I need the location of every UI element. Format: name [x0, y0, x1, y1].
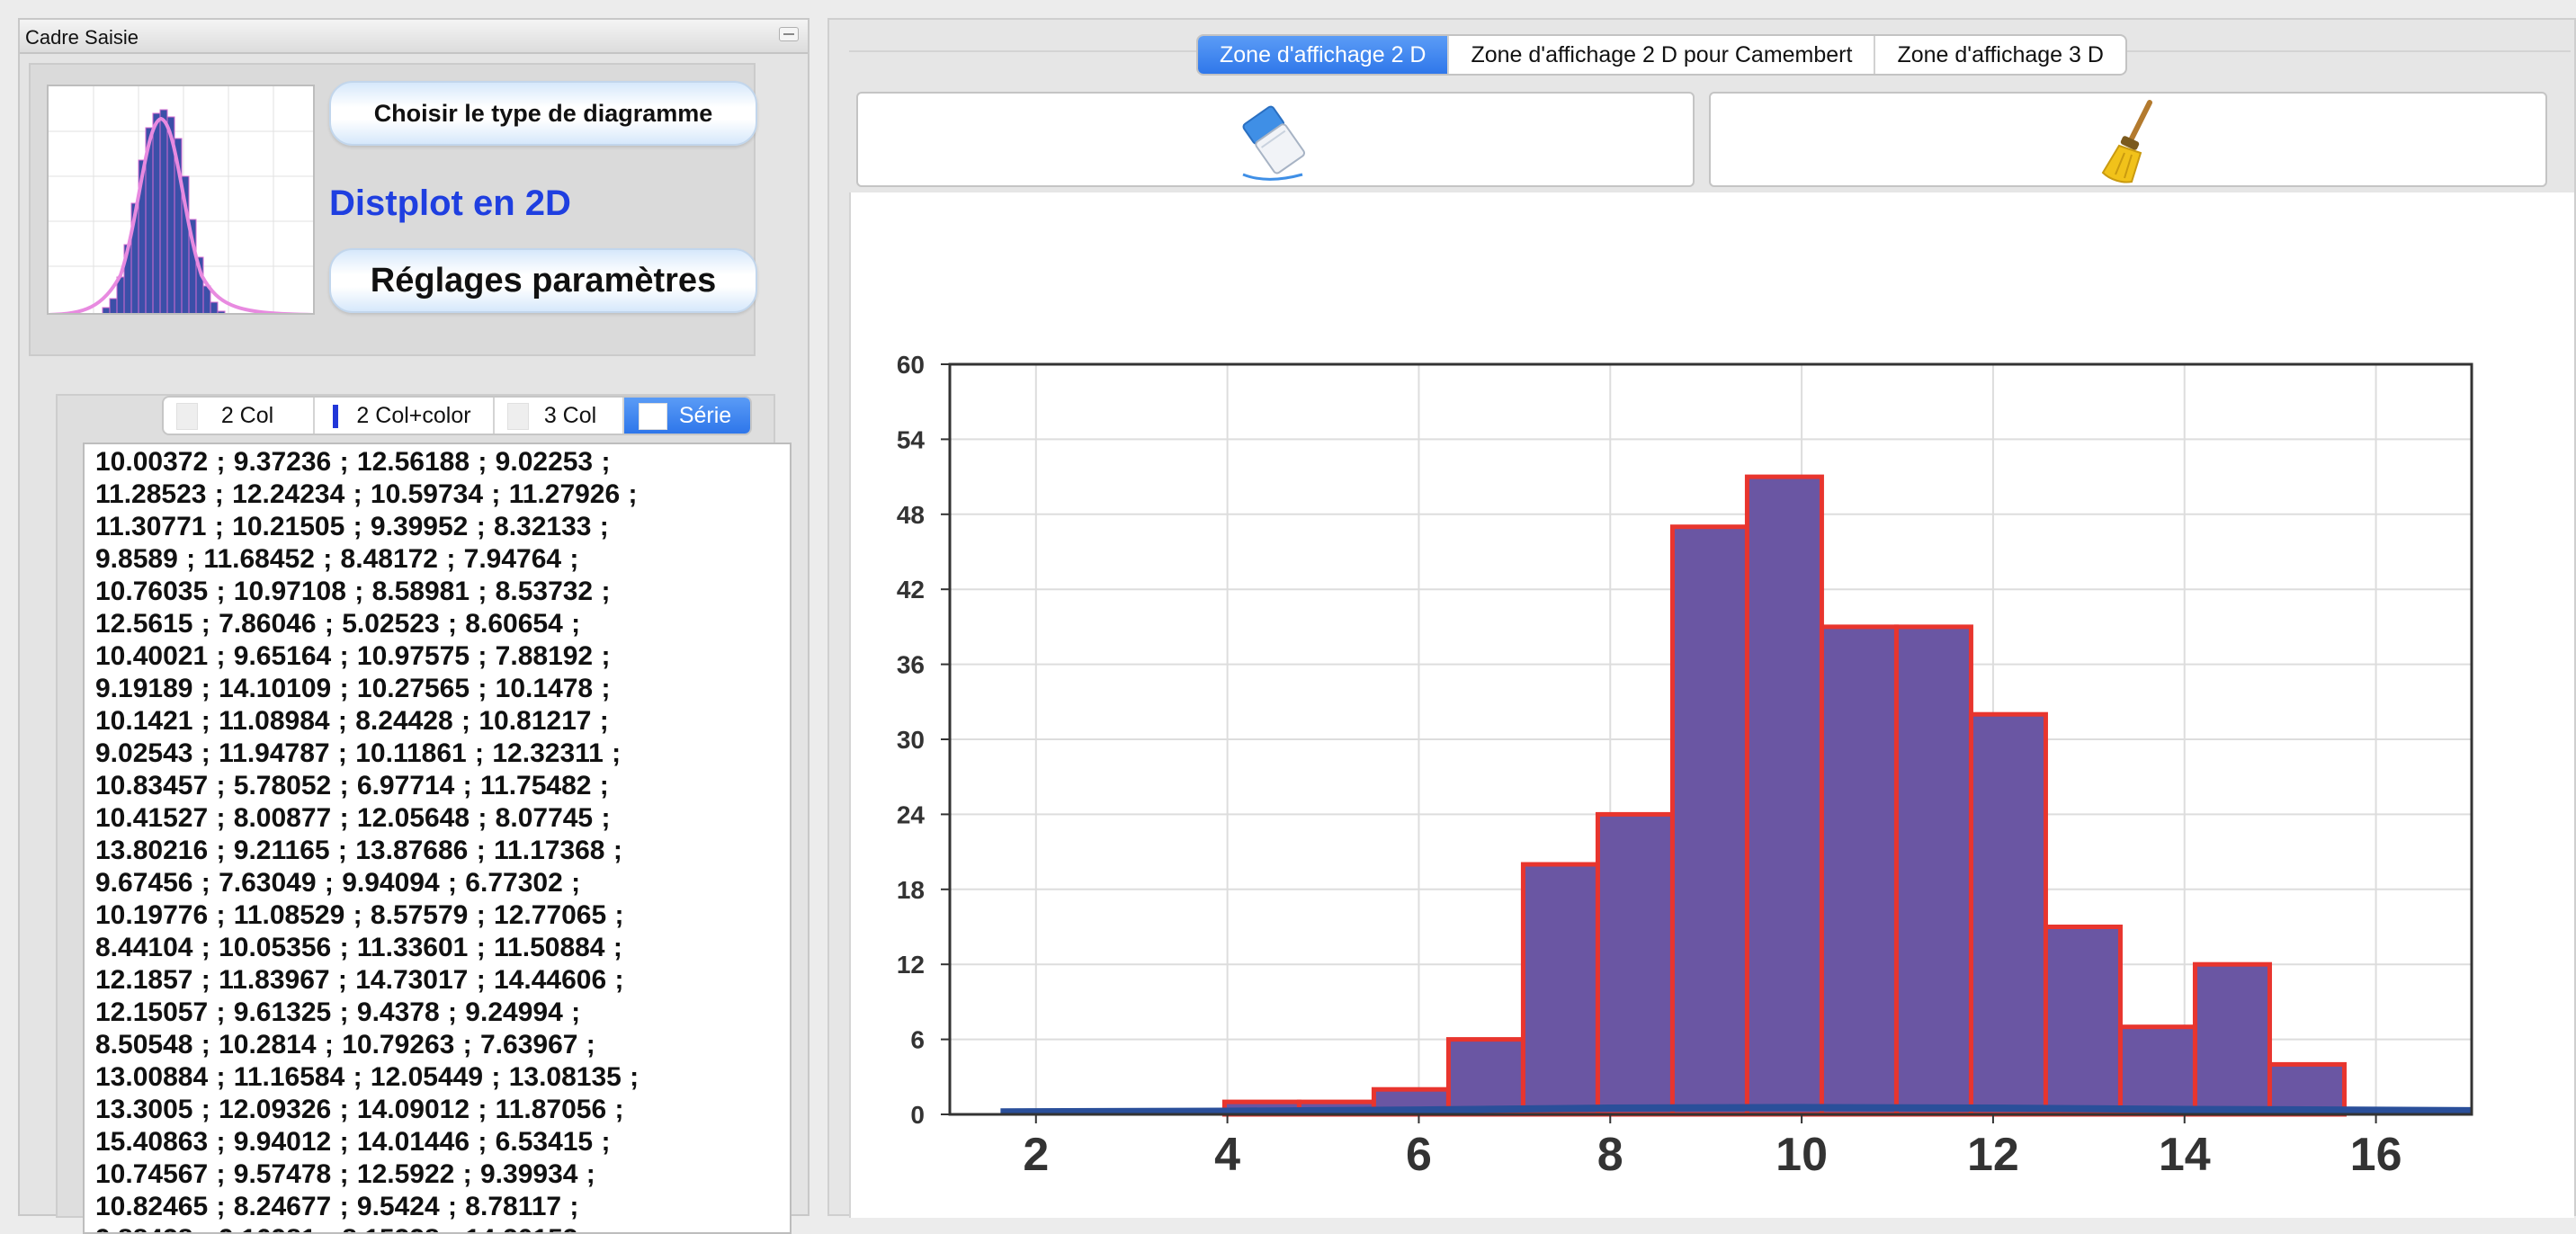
x-tick-label: 8 [1597, 1129, 1623, 1181]
histogram-bar [2043, 925, 2123, 1117]
choose-diagram-type-button[interactable]: Choisir le type de diagramme [329, 81, 757, 146]
y-tick-label: 30 [897, 726, 925, 754]
display-frame: Zone d'affichage 2 D Zone d'affichage 2 … [827, 18, 2576, 1218]
mode-3col[interactable]: 3 Col [495, 398, 624, 434]
series-data-text: 10.00372 ; 9.37236 ; 12.56188 ; 9.02253 … [95, 447, 640, 1232]
histogram-bar [1445, 1037, 1525, 1117]
tab-2d[interactable]: Zone d'affichage 2 D [1198, 36, 1450, 74]
chart-area: 0 6 12 18 24 30 36 42 48 54 60 2 4 6 8 10 12 14 16 [849, 192, 2574, 1218]
histogram-bar [1669, 524, 1749, 1117]
eraser-icon [1242, 105, 1306, 181]
mode-2col-color[interactable]: 2 Col+color [315, 398, 495, 434]
histogram-bar [1819, 624, 1899, 1117]
frame-title: Cadre Saisie [25, 26, 139, 49]
y-tick-label: 36 [897, 651, 925, 679]
mode-icon [176, 403, 198, 430]
y-tick-label: 54 [897, 425, 926, 453]
x-tick-label: 10 [1775, 1129, 1828, 1181]
density-line [1000, 1104, 2473, 1116]
x-tick-label: 16 [2350, 1129, 2402, 1181]
y-tick-label: 42 [897, 576, 925, 604]
histogram-bar [1744, 474, 1824, 1117]
eraser-button[interactable] [856, 92, 1695, 187]
minimize-icon[interactable] [779, 27, 799, 41]
mode-serie[interactable]: Série [624, 398, 750, 434]
histogram-bar [2117, 1024, 2197, 1117]
x-tick-label: 2 [1023, 1129, 1049, 1181]
histogram-bar [1893, 624, 1973, 1117]
mode-icon [639, 403, 667, 430]
color-bar-icon [333, 405, 338, 428]
parameter-settings-button[interactable]: Réglages paramètres [329, 248, 757, 313]
histogram-bar [1968, 711, 2048, 1117]
mode-2col[interactable]: 2 Col [164, 398, 315, 434]
display-tabs: Zone d'affichage 2 D Zone d'affichage 2 … [1196, 34, 2127, 76]
y-tick-label: 18 [897, 876, 925, 904]
mode-icon [507, 403, 529, 430]
histogram-chart: 061218243036424854602 4 6 8 10 12 14 16 [897, 351, 2473, 1181]
tab-3d[interactable]: Zone d'affichage 3 D [1875, 36, 2124, 74]
x-tick-label: 14 [2159, 1129, 2211, 1181]
diagram-type-panel: Choisir le type de diagramme Distplot en… [29, 63, 757, 356]
y-tick-label: 60 [897, 351, 925, 379]
histogram-bar [1595, 811, 1675, 1117]
input-frame: Cadre Saisie Choisir le type de diagramm… [18, 18, 809, 1234]
histogram-bar [2192, 961, 2272, 1117]
mode-label: 3 Col [543, 402, 597, 428]
y-tick-label: 6 [910, 1026, 925, 1054]
tab-2d-camembert[interactable]: Zone d'affichage 2 D pour Camembert [1449, 36, 1876, 74]
mode-label: 2 Col+color [356, 402, 471, 428]
y-tick-label: 48 [897, 501, 925, 529]
y-tick-label: 0 [910, 1101, 925, 1129]
mode-label: 2 Col [220, 402, 274, 428]
x-tick-label: 4 [1214, 1129, 1240, 1181]
clear-button[interactable] [1709, 92, 2547, 187]
data-input-panel: 2 Col 2 Col+color 3 Col Série 10.00372 ;… [56, 394, 792, 1234]
frame-titlebar: Cadre Saisie [20, 20, 808, 54]
x-tick-label: 6 [1406, 1129, 1432, 1181]
y-tick-label: 24 [897, 800, 926, 828]
diagram-type-label: Distplot en 2D [329, 183, 571, 223]
y-tick-label: 12 [897, 951, 925, 979]
input-mode-selector: 2 Col 2 Col+color 3 Col Série [162, 396, 752, 435]
distplot-thumbnail [47, 85, 315, 315]
distplot-thumbnail-image [49, 86, 313, 313]
x-tick-label: 12 [1967, 1129, 2019, 1181]
histogram-bar [1520, 862, 1600, 1117]
broom-icon [2101, 100, 2152, 183]
series-data-textarea[interactable]: 10.00372 ; 9.37236 ; 12.56188 ; 9.02253 … [83, 443, 792, 1234]
mode-label: Série [678, 402, 732, 428]
